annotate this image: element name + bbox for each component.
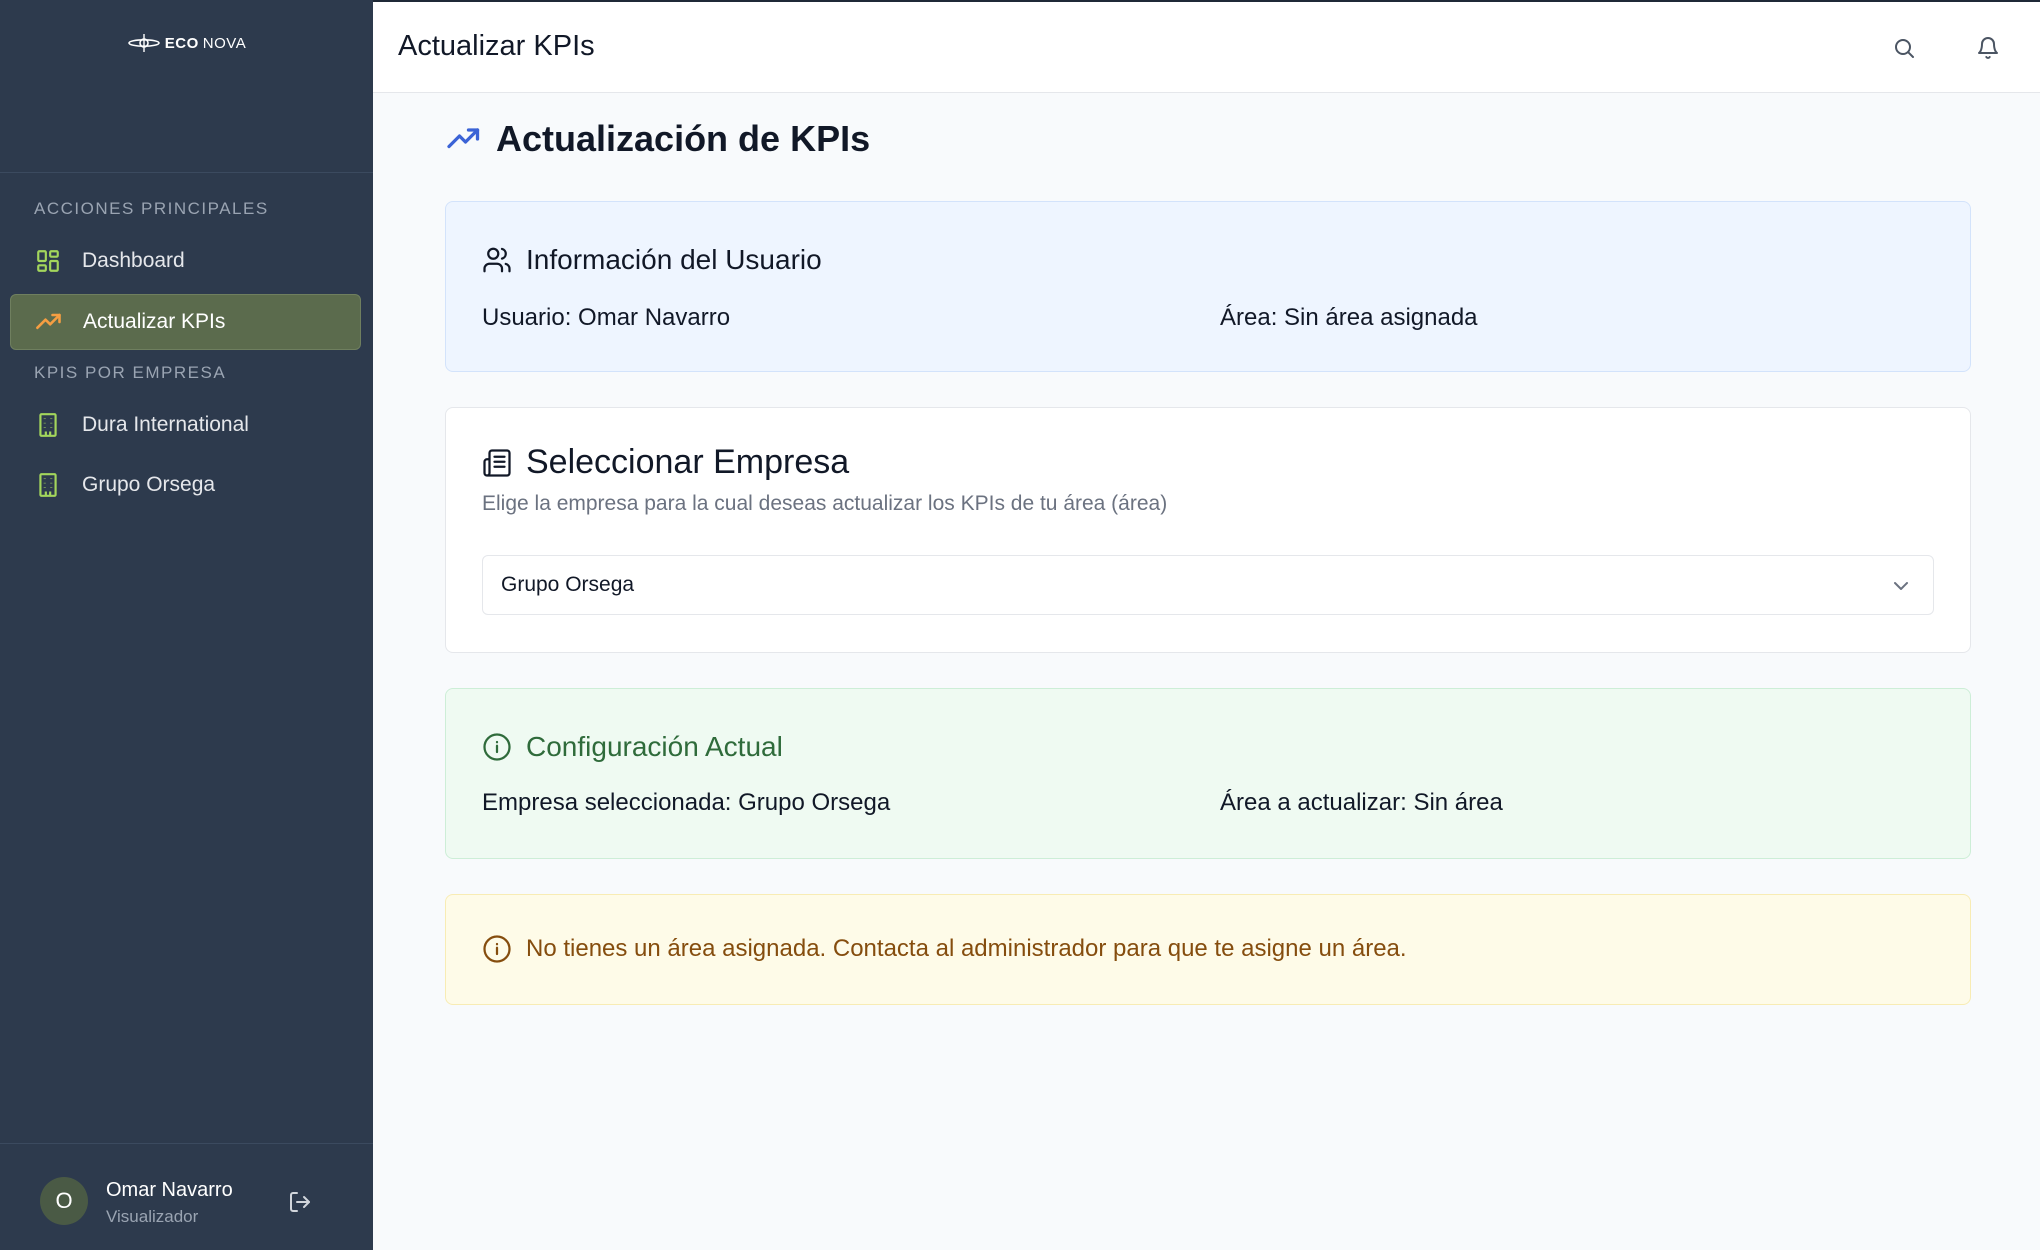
user-info-card: Información del Usuario Usuario: Omar Na… [445,201,1971,372]
update-area-label: Área a actualizar: [1220,789,1407,816]
sidebar-item-actualizar-kpis[interactable]: Actualizar KPIs [10,294,361,350]
header-title: Actualizar KPIs [398,30,595,62]
page-title: Actualización de KPIs [446,118,870,160]
update-area-field: Área a actualizar: Sin área [1220,789,1503,817]
sidebar: ECO NOVA ACCIONES PRINCIPALES Dashboard A… [0,0,373,1250]
user-name: Omar Navarro [106,1179,233,1201]
company-card-title: Seleccionar Empresa [482,443,849,482]
avatar[interactable]: O [40,1177,88,1225]
selected-company-field: Empresa seleccionada: Grupo Orsega [482,789,890,817]
bell-icon [1978,37,1998,59]
warning-row: No tienes un área asignada. Contacta al … [482,934,1407,964]
sidebar-item-dura-international[interactable]: Dura International [10,397,361,453]
sidebar-item-grupo-orsega[interactable]: Grupo Orsega [10,457,361,513]
selected-company-value: Grupo Orsega [738,789,891,816]
sidebar-item-label: Dashboard [82,249,185,272]
newspaper-icon [483,448,511,477]
building-icon [34,411,62,439]
config-card-title: Configuración Actual [482,731,783,763]
building-icon [34,471,62,499]
chevron-down-icon [1894,582,1908,590]
area-label: Área: [1220,304,1278,331]
info-icon [483,935,511,963]
user-role: Visualizador [106,1207,199,1226]
notifications-button[interactable] [1974,34,2002,62]
search-icon [1895,39,1914,58]
logout-button[interactable] [286,1188,314,1216]
logout-icon [290,1192,310,1212]
sidebar-item-label: Actualizar KPIs [83,310,226,333]
dashboard-grid-icon [34,247,62,275]
logo-icon [127,34,160,52]
company-select[interactable]: Grupo Orsega [482,555,1934,615]
config-card: Configuración Actual Empresa seleccionad… [445,688,1971,859]
update-area-value: Sin área [1413,789,1503,816]
logo-text-nova: NOVA [202,34,247,52]
user-label: Usuario: [482,304,572,331]
card-title-text: Seleccionar Empresa [526,443,850,481]
area-field: Área: Sin área asignada [1220,304,1478,332]
card-title-text: Configuración Actual [526,731,783,762]
section-label-main: ACCIONES PRINCIPALES [34,199,269,218]
info-icon [483,733,511,761]
sidebar-user-footer: O Omar Navarro Visualizador [0,1143,373,1250]
user-info-title: Información del Usuario [482,244,822,276]
company-select-value: Grupo Orsega [501,573,635,596]
users-icon [483,247,511,273]
warning-alert: No tienes un área asignada. Contacta al … [445,894,1971,1005]
user-value: Omar Navarro [578,304,731,331]
selected-company-label: Empresa seleccionada: [482,789,732,816]
brand-logo[interactable]: ECO NOVA [127,32,246,54]
top-bar: Actualizar KPIs [373,0,2040,93]
sidebar-item-label: Dura International [82,413,249,436]
logo-text-eco: ECO [164,34,199,52]
card-title-text: Información del Usuario [526,244,822,275]
company-card-subtitle: Elige la empresa para la cual deseas act… [482,492,1168,515]
user-field: Usuario: Omar Navarro [482,304,730,332]
warning-text: No tienes un área asignada. Contacta al … [526,935,1407,962]
page-heading: Actualización de KPIs [496,118,871,159]
search-button[interactable] [1890,34,1918,62]
area-value: Sin área asignada [1284,304,1478,331]
company-select-card: Seleccionar Empresa Elige la empresa par… [445,407,1971,653]
logo-area: ECO NOVA [0,0,373,173]
sidebar-item-dashboard[interactable]: Dashboard [10,233,361,289]
section-label-kpis: KPIS POR EMPRESA [34,363,227,382]
trending-up-icon [447,128,480,149]
sidebar-item-label: Grupo Orsega [82,473,216,496]
trending-up-icon [35,308,63,336]
